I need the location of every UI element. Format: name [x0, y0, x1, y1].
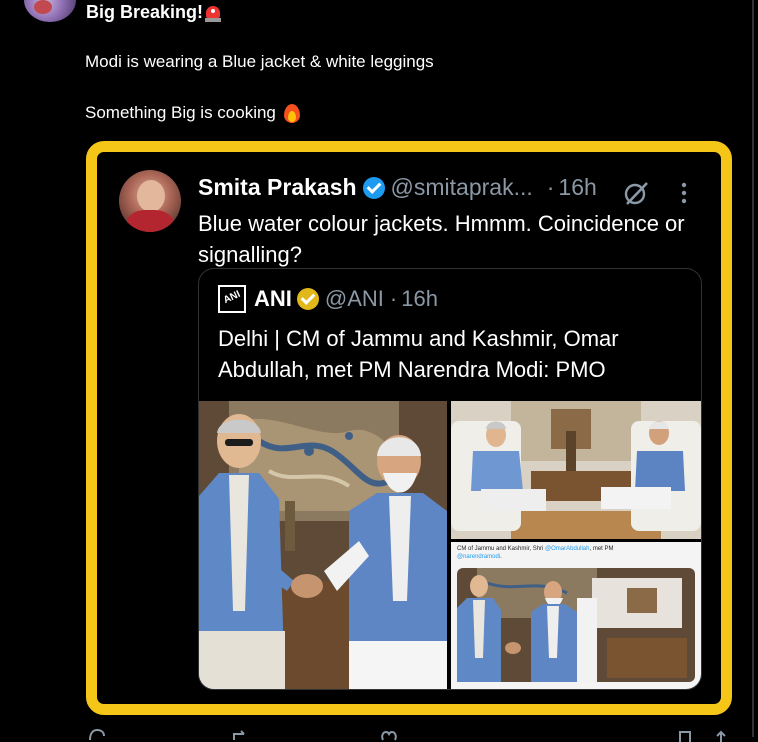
post-title: Big Breaking!	[86, 2, 222, 23]
post-title-text: Big Breaking!	[86, 2, 204, 22]
ani-logo-text: ANI	[221, 288, 243, 307]
pmo-caption-mid: , met PM	[589, 546, 614, 552]
scrollbar[interactable]	[752, 0, 754, 737]
seated-meeting-photo	[451, 401, 701, 539]
pmo-caption-end: .	[500, 554, 502, 560]
share-icon[interactable]	[712, 728, 730, 742]
post-text-line-2-text: Something Big is cooking	[85, 103, 276, 122]
repost-icon[interactable]	[232, 728, 250, 742]
pmo-post-screenshot: CM of Jammu and Kashmir, Shri @OmarAbdul…	[451, 542, 701, 689]
separator-dot: ·	[389, 286, 398, 311]
quoted-tweet-time: 16h	[558, 174, 597, 200]
inner-author-name: ANI	[254, 286, 292, 311]
pmo-caption-link-modi: @narendramodi	[457, 554, 501, 560]
quoted-tweet-header: Smita Prakash @smitaprak... · 16h	[198, 174, 597, 201]
inner-quoted-tweet-card: ANI ANI @ANI · 16h Delhi | CM of Jammu a…	[198, 268, 702, 690]
pmo-caption-prefix: CM of Jammu and Kashmir, Shri	[457, 546, 546, 552]
quoted-author-avatar	[119, 170, 181, 232]
quoted-author-name: Smita Prakash	[198, 174, 357, 200]
inner-author-handle: @ANI	[324, 286, 384, 311]
handshake-photo-illustration	[199, 401, 447, 689]
police-siren-icon	[205, 4, 222, 22]
ani-logo: ANI	[218, 285, 246, 313]
gold-verified-badge-icon	[296, 288, 319, 310]
separator-dot: ·	[546, 174, 555, 200]
author-avatar[interactable]	[24, 0, 76, 22]
pmo-post-caption: CM of Jammu and Kashmir, Shri @OmarAbdul…	[457, 545, 697, 561]
post-text-line-1: Modi is wearing a Blue jacket & white le…	[85, 52, 434, 71]
reply-icon[interactable]	[88, 728, 106, 742]
embedded-screenshot[interactable]: Smita Prakash @smitaprak... · 16h Blue w…	[86, 141, 732, 715]
pmo-caption-link-omar: @OmarAbdullah	[545, 546, 590, 552]
seated-meeting-photo-illustration	[451, 401, 701, 539]
grok-icon	[624, 182, 648, 205]
inner-tweet-time: 16h	[401, 286, 438, 311]
tweet-action-bar	[88, 728, 738, 742]
more-options-icon	[681, 182, 687, 204]
bookmark-icon[interactable]	[676, 728, 694, 742]
pmo-post-photo	[457, 568, 695, 682]
tweet-post: Big Breaking! Modi is wearing a Blue jac…	[0, 0, 758, 742]
inner-tweet-header: ANI ANI @ANI · 16h	[218, 285, 438, 313]
like-icon[interactable]	[380, 728, 398, 742]
post-text-line-2: Something Big is cooking	[85, 102, 302, 124]
blue-verified-badge-icon	[362, 176, 385, 199]
fire-icon	[282, 102, 302, 124]
handshake-photo	[199, 401, 447, 689]
inner-tweet-text: Delhi | CM of Jammu and Kashmir, Omar Ab…	[218, 326, 619, 382]
quoted-tweet-text: Blue water colour jackets. Hmmm. Coincid…	[198, 211, 685, 267]
quoted-author-handle: @smitaprak...	[390, 174, 533, 200]
